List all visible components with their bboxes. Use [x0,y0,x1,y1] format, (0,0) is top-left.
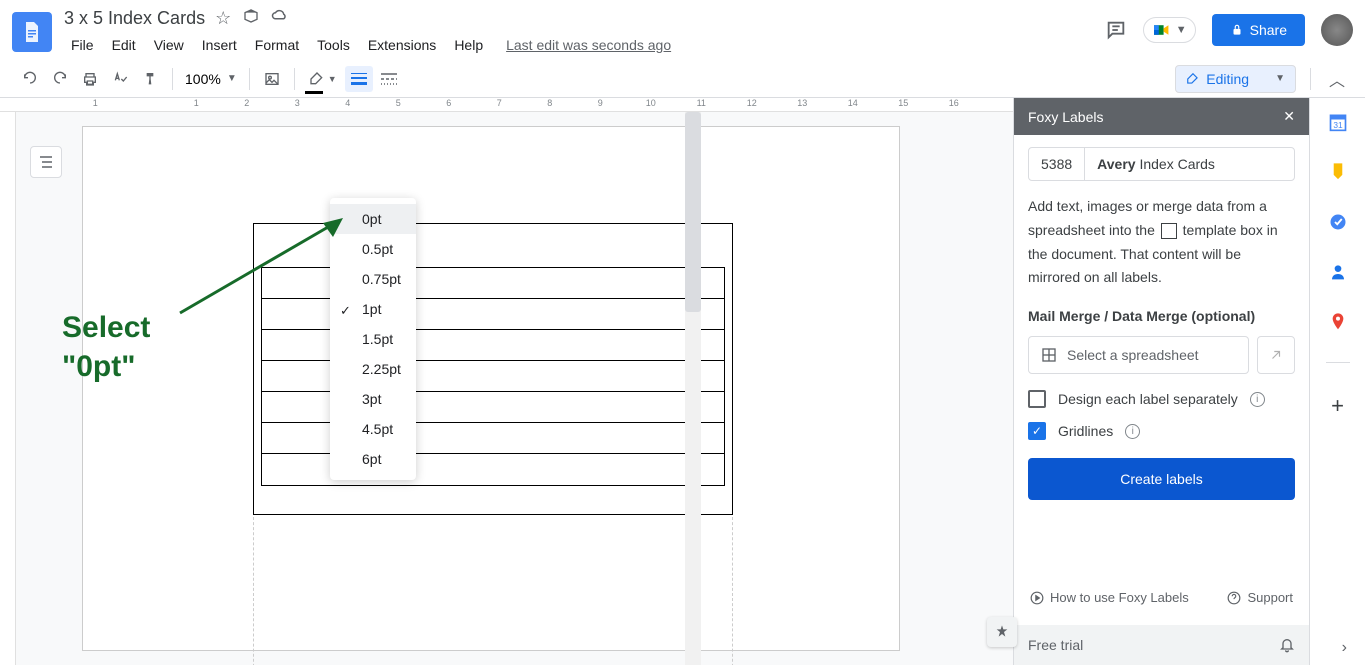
side-rail: 31 + [1309,98,1365,665]
template-selector[interactable]: 5388 Avery Index Cards [1028,147,1295,181]
tasks-icon[interactable] [1328,212,1348,232]
app-header: 3 x 5 Index Cards ☆ File Edit View Inser… [0,0,1365,60]
menu-bar: File Edit View Insert Format Tools Exten… [64,33,1105,57]
user-avatar[interactable] [1321,14,1353,46]
template-number: 5388 [1029,148,1085,180]
share-button[interactable]: Share [1212,14,1305,46]
gridlines-label: Gridlines [1058,423,1113,439]
annotation-arrow [175,213,350,318]
dropdown-option-1-5pt[interactable]: 1.5pt [330,324,416,354]
info-icon[interactable]: i [1125,424,1140,439]
dropdown-option-6pt[interactable]: 6pt [330,444,416,474]
collapse-toolbar-button[interactable]: ︿ [1325,63,1349,95]
calendar-icon[interactable]: 31 [1328,112,1348,132]
comments-icon[interactable] [1105,19,1127,41]
gridlines-checkbox[interactable]: ✓ [1028,422,1046,440]
document-title[interactable]: 3 x 5 Index Cards [64,8,205,29]
page-margin-guide [253,517,733,665]
design-separately-label: Design each label separately [1058,391,1238,407]
share-label: Share [1250,22,1287,38]
panel-title: Foxy Labels [1028,109,1103,125]
border-dash-button[interactable] [375,66,403,92]
panel-footer: Free trial [1014,625,1309,665]
svg-text:31: 31 [1333,120,1343,130]
meet-button[interactable]: ▼ [1143,17,1196,43]
vertical-scrollbar[interactable] [685,112,701,665]
info-icon[interactable]: i [1250,392,1265,407]
document-page[interactable] [82,126,900,651]
menu-extensions[interactable]: Extensions [361,33,443,57]
outline-button[interactable] [30,146,62,178]
horizontal-ruler[interactable]: 1 1 2 3 4 5 6 7 8 9 10 11 12 13 14 15 16 [0,98,1013,112]
menu-file[interactable]: File [64,33,101,57]
add-addons-button[interactable]: + [1331,393,1344,419]
zoom-selector[interactable]: 100%▼ [181,71,241,87]
panel-description: Add text, images or merge data from a sp… [1028,195,1295,290]
scrollbar-thumb[interactable] [685,112,701,312]
trial-label: Free trial [1028,637,1083,653]
cloud-status-icon[interactable] [271,8,289,29]
move-icon[interactable] [243,8,259,29]
maps-icon[interactable] [1328,312,1348,332]
menu-edit[interactable]: Edit [105,33,143,57]
foxy-labels-panel: Foxy Labels ✕ 5388 Avery Index Cards Add… [1013,98,1309,665]
mail-merge-heading: Mail Merge / Data Merge (optional) [1028,308,1295,324]
keep-icon[interactable] [1328,162,1348,182]
menu-view[interactable]: View [147,33,191,57]
close-icon[interactable]: ✕ [1283,108,1295,125]
open-spreadsheet-button[interactable] [1257,336,1295,374]
docs-logo[interactable] [12,12,52,52]
menu-format[interactable]: Format [248,33,306,57]
contacts-icon[interactable] [1328,262,1348,282]
document-canvas[interactable]: 1 1 2 3 4 5 6 7 8 9 10 11 12 13 14 15 16 [0,98,1013,665]
explore-button[interactable] [987,617,1017,647]
undo-button[interactable] [16,66,44,92]
create-labels-button[interactable]: Create labels [1028,458,1295,500]
paint-format-button[interactable] [136,66,164,92]
star-icon[interactable]: ☆ [215,8,231,29]
collapse-rail-button[interactable]: › [1342,639,1347,657]
last-edit-link[interactable]: Last edit was seconds ago [506,37,671,53]
menu-insert[interactable]: Insert [195,33,244,57]
annotation-text: Select "0pt" [62,308,150,386]
print-button[interactable] [76,66,104,92]
template-box-icon [1161,223,1177,239]
spellcheck-button[interactable] [106,66,134,92]
howto-link[interactable]: How to use Foxy Labels [1030,590,1189,605]
dropdown-option-3pt[interactable]: 3pt [330,384,416,414]
vertical-ruler[interactable] [0,112,16,665]
notifications-icon[interactable] [1279,637,1295,653]
design-separately-checkbox[interactable] [1028,390,1046,408]
border-color-button[interactable]: ▼ [303,66,343,92]
menu-help[interactable]: Help [447,33,490,57]
toolbar: 100%▼ ▼ Editing ▼ ︿ [0,60,1365,98]
editing-mode-button[interactable]: Editing ▼ [1175,65,1296,93]
template-name: Avery Index Cards [1085,148,1227,180]
select-spreadsheet-button[interactable]: Select a spreadsheet [1028,336,1249,374]
support-link[interactable]: Support [1227,590,1293,605]
menu-tools[interactable]: Tools [310,33,357,57]
redo-button[interactable] [46,66,74,92]
dropdown-option-2-25pt[interactable]: 2.25pt [330,354,416,384]
insert-image-button[interactable] [258,66,286,92]
border-width-button[interactable] [345,66,373,92]
dropdown-option-4-5pt[interactable]: 4.5pt [330,414,416,444]
